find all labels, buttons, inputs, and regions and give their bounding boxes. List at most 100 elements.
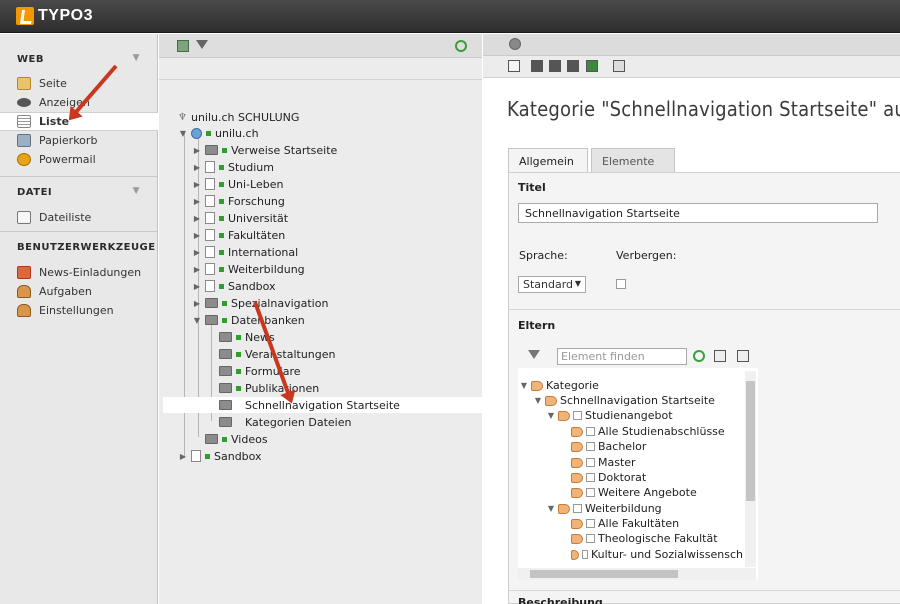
collapse-all-icon[interactable]	[737, 350, 749, 362]
category-node[interactable]: Alle Fakultäten	[571, 516, 679, 531]
category-node[interactable]: Alle Studienabschlüsse	[571, 424, 725, 439]
module-dateiliste[interactable]: Dateiliste	[0, 208, 158, 227]
category-checkbox[interactable]	[586, 473, 595, 482]
close-icon[interactable]	[508, 60, 520, 72]
tree-root[interactable]: ♆ unilu.ch SCHULUNG	[178, 109, 299, 125]
expanded-icon[interactable]: ▼	[547, 504, 555, 513]
collapsed-icon[interactable]: ▶	[193, 231, 201, 240]
filter-icon[interactable]	[196, 40, 208, 49]
category-node[interactable]: Weitere Angebote	[571, 485, 697, 500]
hide-checkbox[interactable]	[616, 279, 626, 289]
section-title-datei[interactable]: DATEI ▼	[0, 179, 158, 205]
module-papierkorb[interactable]: Papierkorb	[0, 131, 158, 150]
category-node[interactable]: ▼ Studienangebot	[547, 408, 673, 423]
category-checkbox[interactable]	[573, 504, 582, 513]
category-checkbox[interactable]	[586, 458, 595, 467]
module-seite[interactable]: Seite	[0, 74, 158, 93]
section-title-web[interactable]: WEB ▼	[0, 46, 158, 72]
save-new-icon[interactable]	[567, 60, 579, 72]
category-node[interactable]: ▼ Schnellnavigation Startseite	[534, 393, 715, 408]
collapsed-icon[interactable]: ▶	[193, 163, 201, 172]
collapsed-icon[interactable]: ▶	[193, 214, 201, 223]
language-select[interactable]: Standard ▼	[518, 276, 586, 293]
tree-node[interactable]: ▶ Spezialnavigation	[193, 295, 329, 311]
collapsed-icon[interactable]: ▶	[193, 265, 201, 274]
tree-node-site[interactable]: ▼ unilu.ch	[179, 125, 259, 141]
tree-node[interactable]: ▶ Uni-Leben	[193, 176, 284, 192]
filter-icon[interactable]	[528, 350, 540, 359]
collapse-icon[interactable]: ▼	[133, 53, 140, 63]
horizontal-scrollbar[interactable]	[518, 568, 756, 580]
category-node[interactable]: Doktorat	[571, 470, 646, 485]
category-checkbox[interactable]	[586, 488, 595, 497]
collapse-icon[interactable]: ▼	[133, 186, 140, 196]
scroll-thumb[interactable]	[746, 381, 755, 501]
verbergen-label: Verbergen:	[616, 249, 677, 262]
expand-all-icon[interactable]	[714, 350, 726, 362]
tree-node[interactable]: ▶ Fakultäten	[193, 227, 285, 243]
tree-node[interactable]: ▶ Weiterbildung	[193, 261, 305, 277]
find-element-input[interactable]: Element finden	[557, 348, 687, 365]
module-einstellungen[interactable]: Einstellungen	[0, 301, 158, 320]
tree-node[interactable]: ▼ Datenbanken	[193, 312, 305, 328]
tree-node[interactable]: ▶ Universität	[193, 210, 288, 226]
expanded-icon[interactable]: ▼	[534, 396, 542, 405]
status-icon	[222, 147, 227, 153]
category-node[interactable]: Master	[571, 455, 636, 470]
category-checkbox[interactable]	[586, 519, 595, 528]
category-node[interactable]: Theologische Fakultät	[571, 531, 718, 546]
refresh-icon[interactable]	[693, 350, 705, 362]
editor-area: Kategorie "Schnellnavigation Startseite"…	[483, 34, 900, 604]
folder-icon	[205, 434, 218, 444]
tree-node[interactable]: ▶ Verweise Startseite	[193, 142, 337, 158]
tree-node[interactable]: Publikationen	[219, 380, 319, 396]
tree-node[interactable]: Videos	[205, 431, 268, 447]
collapsed-icon[interactable]: ▶	[193, 180, 201, 189]
tab-allgemein[interactable]: Allgemein	[508, 148, 588, 173]
title-input[interactable]: Schnellnavigation Startseite	[518, 203, 878, 223]
vertical-scrollbar[interactable]	[745, 371, 756, 567]
tree-node[interactable]: Formulare	[219, 363, 301, 379]
new-page-icon[interactable]	[177, 40, 189, 52]
section-title-benutzerwerkzeuge[interactable]: BENUTZERWERKZEUGE	[0, 234, 158, 260]
category-checkbox[interactable]	[573, 411, 582, 420]
expanded-icon[interactable]: ▼	[193, 316, 201, 325]
tree-node[interactable]: ▶ Sandbox	[179, 448, 262, 464]
category-checkbox[interactable]	[586, 442, 595, 451]
module-news-einladungen[interactable]: News-Einladungen	[0, 263, 158, 282]
module-aufgaben[interactable]: Aufgaben	[0, 282, 158, 301]
expanded-icon[interactable]: ▼	[547, 411, 555, 420]
expanded-icon[interactable]: ▼	[520, 381, 528, 390]
module-powermail[interactable]: Powermail	[0, 150, 158, 169]
collapsed-icon[interactable]: ▶	[179, 452, 187, 461]
refresh-icon[interactable]	[455, 40, 467, 52]
collapsed-icon[interactable]: ▶	[193, 299, 201, 308]
category-checkbox[interactable]	[586, 427, 595, 436]
tree-node[interactable]: ▶ Sandbox	[193, 278, 276, 294]
tree-node[interactable]: Kategorien Dateien	[219, 414, 351, 430]
tree-node[interactable]: ▶ International	[193, 244, 298, 260]
typo3-logo[interactable]: TYPO3	[16, 6, 93, 26]
category-checkbox[interactable]	[581, 550, 588, 559]
collapsed-icon[interactable]: ▶	[193, 248, 201, 257]
tree-node[interactable]: ▶ Forschung	[193, 193, 285, 209]
page-icon	[205, 280, 215, 292]
help-icon[interactable]	[509, 38, 521, 50]
tab-elemente[interactable]: Elemente	[591, 148, 675, 172]
collapsed-icon[interactable]: ▶	[193, 282, 201, 291]
category-checkbox[interactable]	[586, 534, 595, 543]
category-node[interactable]: ▼ Weiterbildung	[547, 501, 662, 516]
collapsed-icon[interactable]: ▶	[193, 197, 201, 206]
collapsed-icon[interactable]: ▶	[193, 146, 201, 155]
category-node[interactable]: ▼ Kategorie	[520, 378, 599, 393]
scroll-thumb[interactable]	[530, 570, 678, 578]
tree-node-selected[interactable]: Schnellnavigation Startseite	[163, 397, 482, 413]
save-view-icon[interactable]	[549, 60, 561, 72]
category-node[interactable]: Kultur- und Sozialwissensch	[571, 547, 743, 562]
save-icon[interactable]	[531, 60, 543, 72]
tree-node[interactable]: ▶ Studium	[193, 159, 274, 175]
expanded-icon[interactable]: ▼	[179, 129, 187, 138]
save-close-icon[interactable]	[586, 60, 598, 72]
category-node[interactable]: Bachelor	[571, 439, 646, 454]
delete-icon[interactable]	[613, 60, 625, 72]
